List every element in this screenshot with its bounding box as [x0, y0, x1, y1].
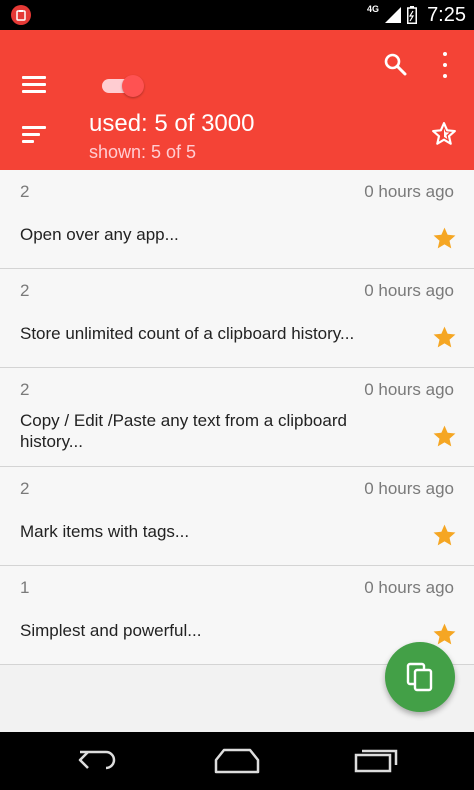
- battery-icon: [407, 6, 418, 24]
- list-item[interactable]: 2 0 hours ago Store unlimited count of a…: [0, 269, 474, 368]
- item-time: 0 hours ago: [364, 281, 454, 300]
- copy-icon: [406, 662, 433, 692]
- item-time: 0 hours ago: [364, 380, 454, 399]
- signal-icon: [385, 7, 402, 23]
- item-text: Simplest and powerful...: [20, 621, 202, 640]
- navigation-bar: [0, 732, 474, 790]
- star-icon[interactable]: [432, 226, 457, 251]
- item-time: 0 hours ago: [364, 578, 454, 597]
- item-count: 2: [20, 380, 30, 399]
- status-indicators: 4G 7:25: [367, 0, 466, 30]
- star-outline-icon[interactable]: [431, 121, 457, 147]
- copy-fab-button[interactable]: [385, 642, 455, 712]
- star-icon[interactable]: [432, 622, 457, 647]
- status-bar: 4G 7:25: [0, 0, 474, 30]
- clipboard-monitor-toggle[interactable]: [102, 75, 144, 97]
- item-count: 2: [20, 281, 30, 300]
- star-icon[interactable]: [432, 424, 457, 449]
- item-count: 2: [20, 182, 30, 201]
- more-vert-icon[interactable]: [440, 52, 450, 78]
- menu-icon[interactable]: [22, 76, 46, 96]
- list-item[interactable]: 2 0 hours ago Open over any app...: [0, 170, 474, 269]
- app-notification-icon: [11, 5, 31, 25]
- item-text: Mark items with tags...: [20, 522, 190, 541]
- recents-icon[interactable]: [352, 746, 400, 774]
- item-text: Open over any app...: [20, 225, 179, 244]
- clock: 7:25: [427, 3, 466, 26]
- item-count: 1: [20, 578, 30, 597]
- shown-count: shown: 5 of 5: [89, 142, 197, 162]
- clip-list: 2 0 hours ago Open over any app... 2 0 h…: [0, 170, 474, 665]
- network-type: 4G: [367, 4, 380, 14]
- back-icon[interactable]: [76, 746, 120, 774]
- star-icon[interactable]: [432, 325, 457, 350]
- list-item[interactable]: 2 0 hours ago Mark items with tags...: [0, 467, 474, 566]
- item-count: 2: [20, 479, 30, 498]
- sort-icon[interactable]: [22, 126, 46, 146]
- item-text: Store unlimited count of a clipboard his…: [20, 324, 355, 343]
- item-text: Copy / Edit /Paste any text from a clipb…: [20, 411, 347, 451]
- item-time: 0 hours ago: [364, 479, 454, 498]
- star-icon[interactable]: [432, 523, 457, 548]
- used-count: used: 5 of 3000: [89, 110, 255, 137]
- list-item[interactable]: 2 0 hours ago Copy / Edit /Paste any tex…: [0, 368, 474, 467]
- app-bar: used: 5 of 3000 shown: 5 of 5: [0, 30, 474, 170]
- item-time: 0 hours ago: [364, 182, 454, 201]
- search-icon[interactable]: [383, 52, 407, 76]
- home-icon[interactable]: [212, 746, 262, 774]
